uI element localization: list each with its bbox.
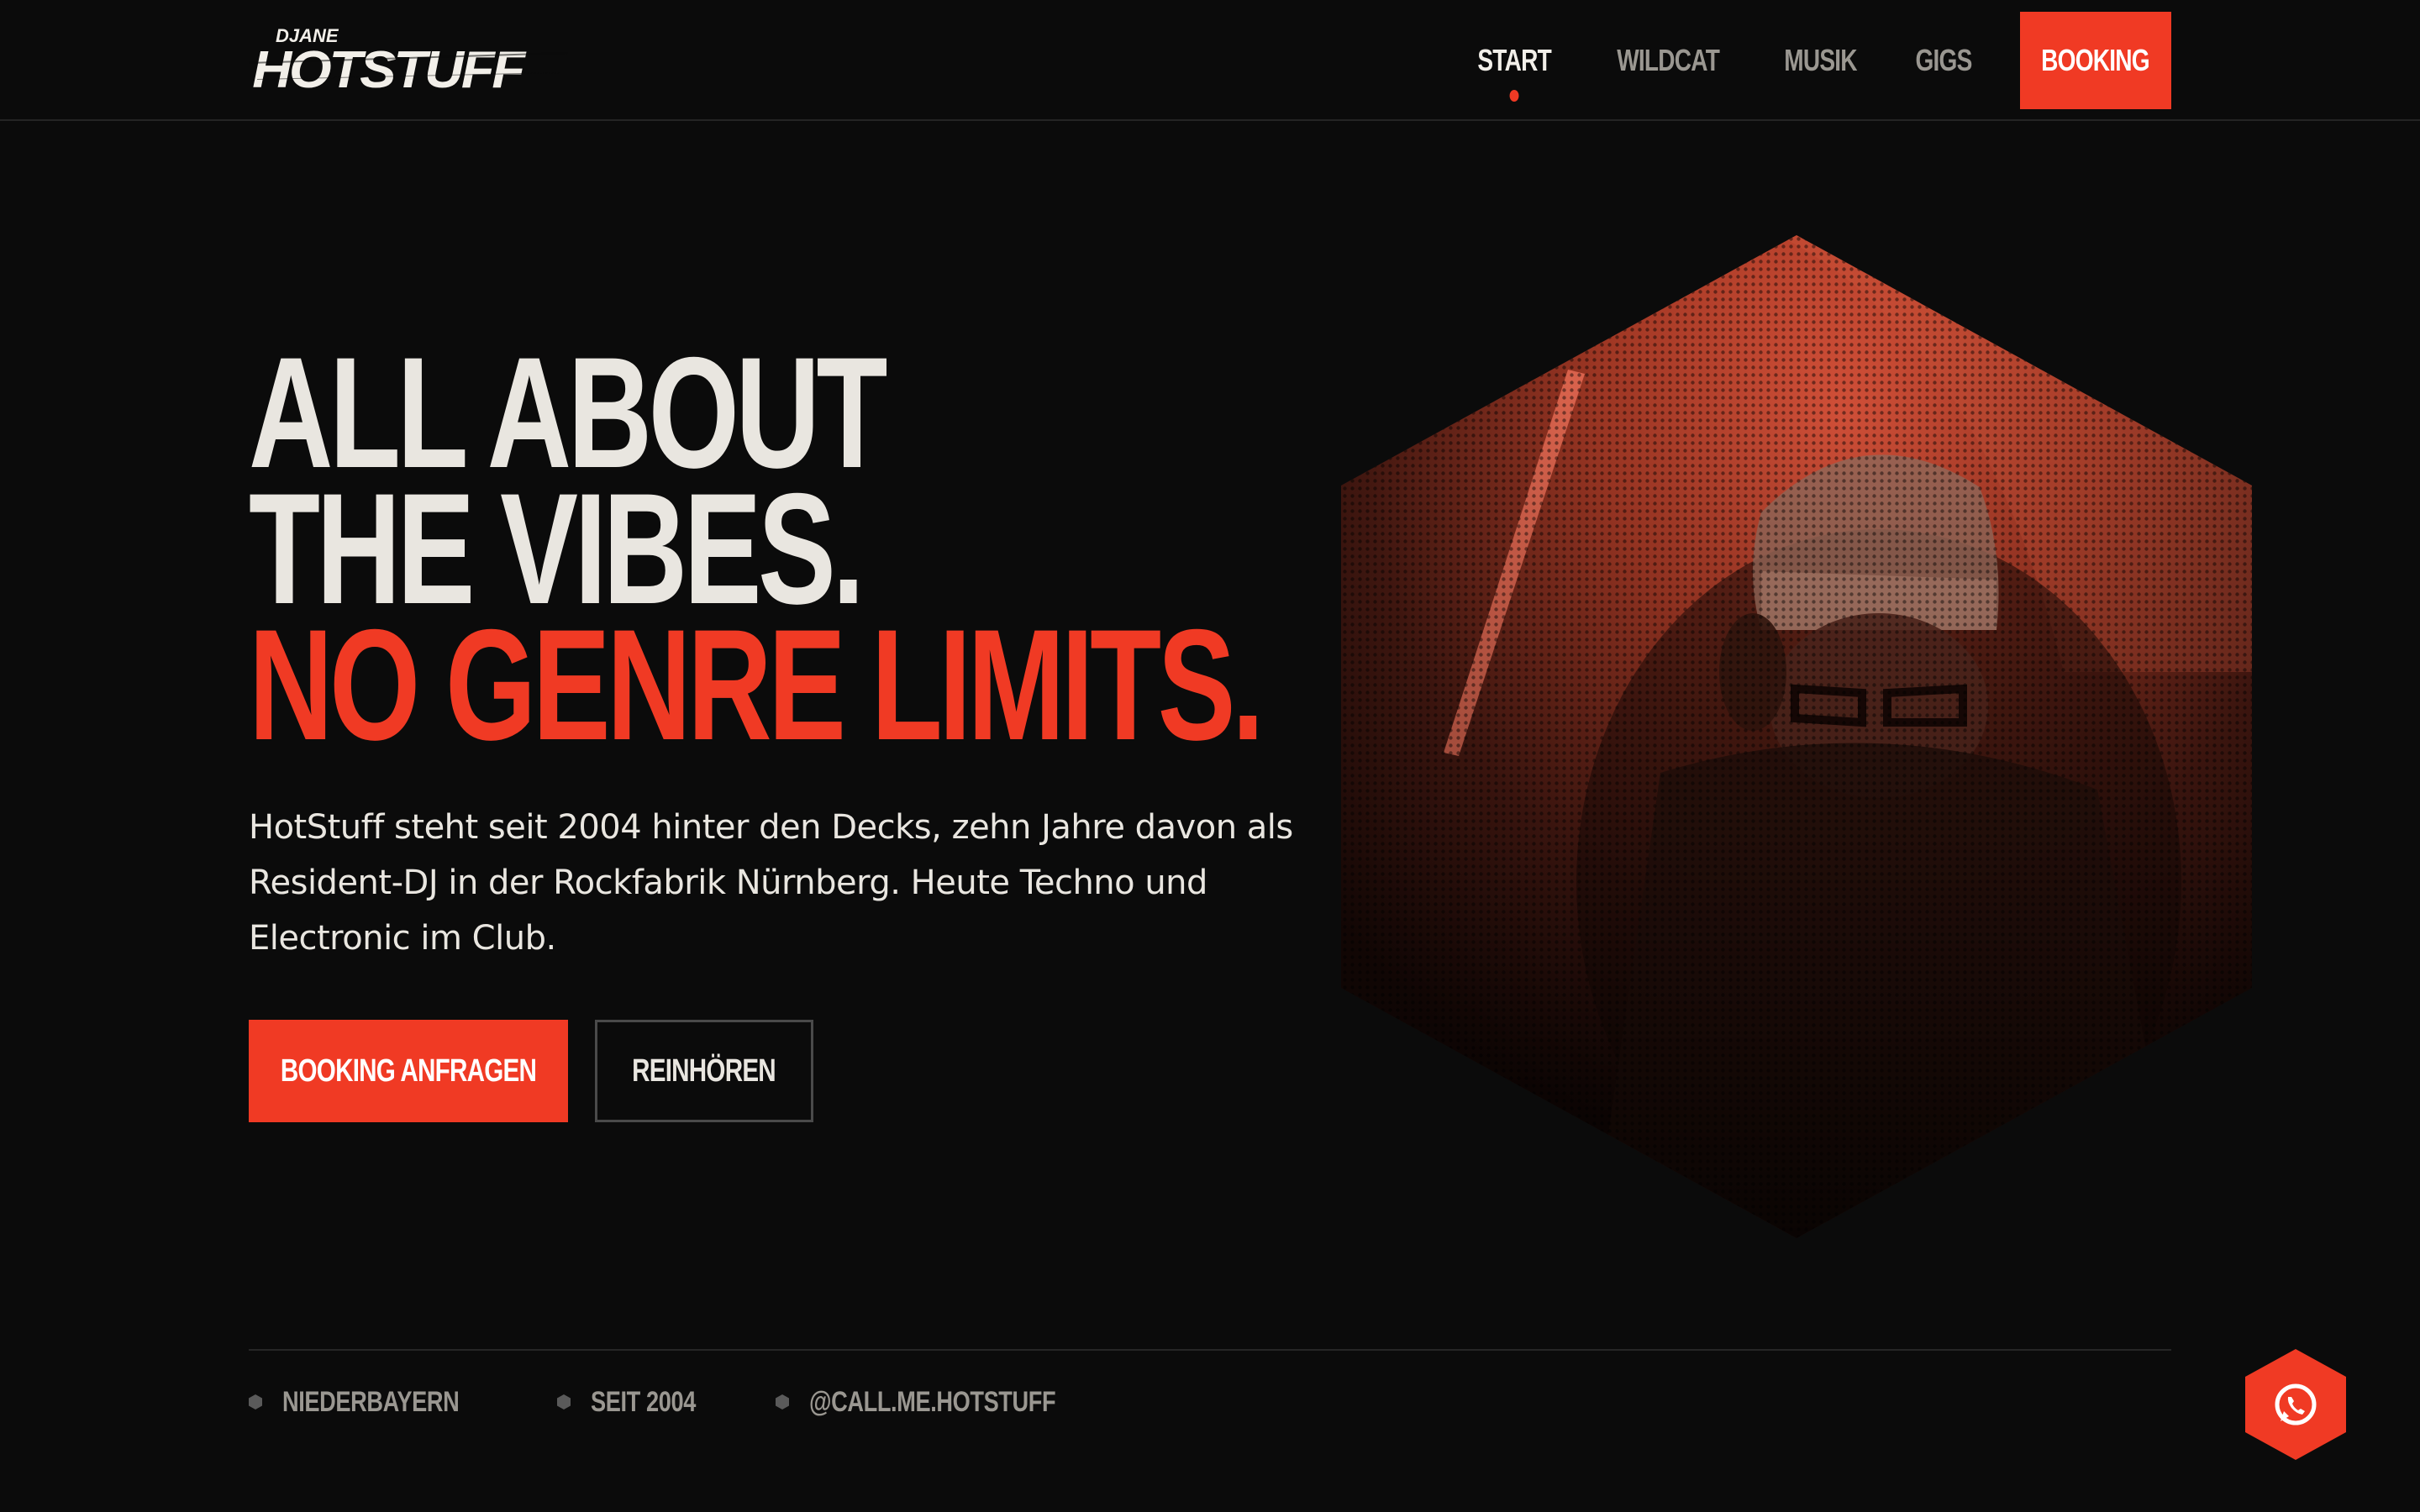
fact-since-label: SEIT 2004 <box>590 1385 696 1418</box>
main-nav: START WILDCAT MUSIK GIGS BOOKING <box>1467 12 2171 109</box>
nav-item-musik[interactable]: MUSIK <box>1784 43 1857 78</box>
hero-image <box>1341 235 2252 1238</box>
listen-button[interactable]: REINHÖREN <box>595 1020 813 1122</box>
active-indicator-dot <box>1510 90 1519 102</box>
whatsapp-icon <box>2245 1349 2346 1460</box>
nav-item-musik-label: MUSIK <box>1784 43 1857 77</box>
logo[interactable]: DJANE HOTSTUFF <box>249 20 568 99</box>
hexagon-bullet-icon <box>249 1394 262 1410</box>
hero-headline: ALL ABOUT THE VIBES. NO GENRE LIMITS. <box>249 333 1265 773</box>
hexagon-bullet-icon <box>556 1394 571 1410</box>
headline-accent: NO GENRE LIMITS. <box>249 596 1265 773</box>
nav-item-gigs-label: GIGS <box>1915 43 1972 77</box>
hexagon-bullet-icon <box>776 1394 790 1410</box>
fact-instagram[interactable]: @CALL.ME.HOTSTUFF <box>776 1386 1118 1419</box>
logo-graphic: DJANE HOTSTUFF <box>249 25 568 99</box>
footer-divider <box>249 1349 2171 1351</box>
fact-instagram-label: @CALL.ME.HOTSTUFF <box>809 1385 1056 1418</box>
site-header: DJANE HOTSTUFF START WILDCAT MUSIK GIGS … <box>0 0 2420 121</box>
fact-since: SEIT 2004 <box>556 1385 722 1419</box>
nav-item-start[interactable]: START <box>1477 43 1552 102</box>
fact-list: NIEDERBAYERN SEIT 2004 @CALL.ME.HOTSTUFF <box>249 1381 1171 1423</box>
hexagon-dj-photo <box>1341 235 2252 1238</box>
booking-request-label: BOOKING ANFRAGEN <box>280 1053 537 1089</box>
nav-booking-button[interactable]: BOOKING <box>2020 12 2171 109</box>
nav-item-wildcat[interactable]: WILDCAT <box>1616 43 1720 78</box>
nav-item-wildcat-label: WILDCAT <box>1616 43 1720 77</box>
fact-location-label: NIEDERBAYERN <box>282 1385 460 1418</box>
nav-booking-label: BOOKING <box>2041 43 2150 77</box>
whatsapp-button[interactable] <box>2245 1349 2346 1460</box>
booking-request-button[interactable]: BOOKING ANFRAGEN <box>249 1020 568 1122</box>
logo-text: HOTSTUFF <box>252 40 527 96</box>
hero-intro: HotStuff steht seit 2004 hinter den Deck… <box>249 808 1293 958</box>
fact-location: NIEDERBAYERN <box>249 1386 503 1419</box>
nav-item-gigs[interactable]: GIGS <box>1915 43 1972 78</box>
nav-item-start-label: START <box>1477 43 1552 77</box>
listen-label: REINHÖREN <box>632 1053 777 1089</box>
